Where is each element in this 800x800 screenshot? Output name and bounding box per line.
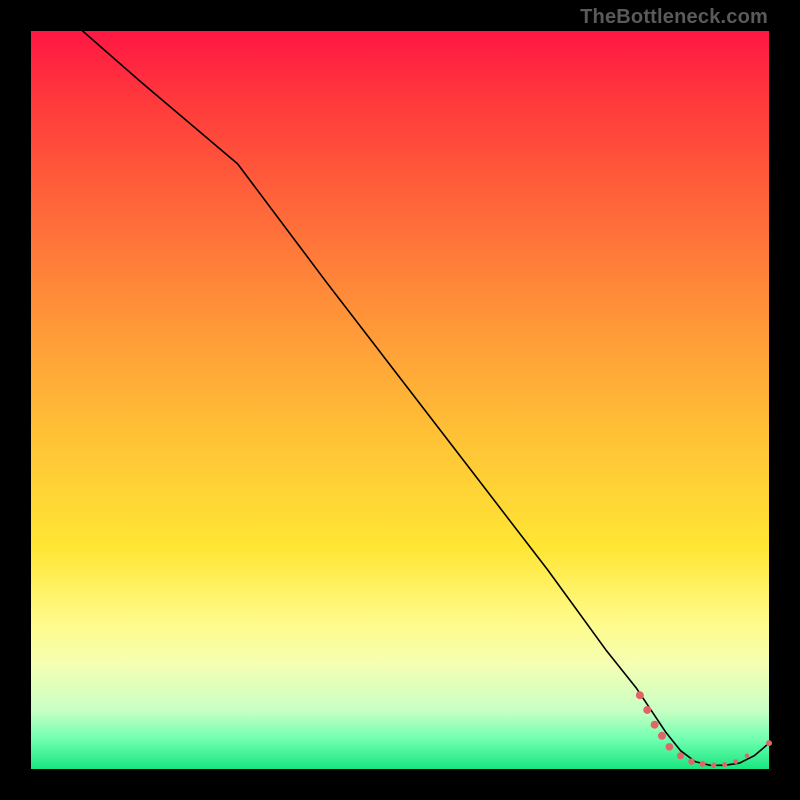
chart-marker (677, 752, 684, 759)
chart-marker (722, 762, 727, 767)
chart-marker (636, 691, 644, 699)
chart-marker (643, 706, 651, 714)
chart-marker (651, 721, 659, 729)
chart-container: TheBottleneck.com (0, 0, 800, 800)
chart-line (83, 31, 769, 765)
chart-marker (766, 740, 772, 746)
chart-marker (688, 758, 694, 764)
chart-marker (745, 754, 749, 758)
attribution-label: TheBottleneck.com (580, 6, 768, 29)
chart-marker (733, 759, 738, 764)
chart-marker (711, 763, 717, 769)
chart-marker (666, 743, 674, 751)
chart-overlay (31, 31, 769, 769)
chart-line-series (83, 31, 769, 765)
chart-marker (700, 761, 706, 767)
chart-marker (658, 732, 666, 740)
